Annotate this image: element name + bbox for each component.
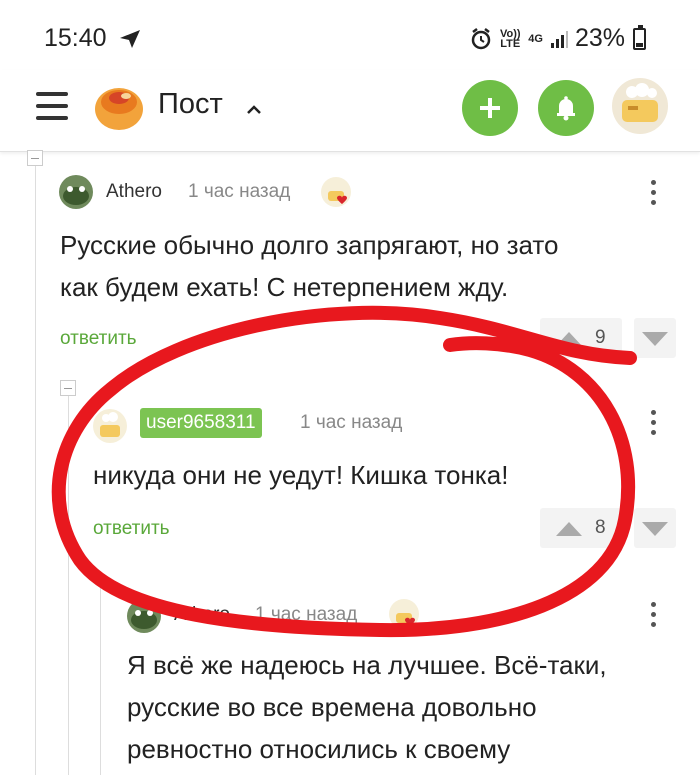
- arrow-down-icon: [642, 332, 668, 346]
- avatar[interactable]: [58, 174, 94, 210]
- downvote-button[interactable]: [634, 318, 676, 358]
- vote-count: 9: [595, 327, 606, 348]
- arrow-down-icon: [642, 522, 668, 536]
- arrow-up-icon: [556, 522, 582, 536]
- award-icon[interactable]: [320, 176, 354, 208]
- comment: user9658311 1 час назад никуда они не уе…: [0, 396, 700, 566]
- user-avatar[interactable]: [612, 78, 668, 134]
- more-options-icon[interactable]: [651, 410, 657, 440]
- vote-count: 8: [595, 517, 606, 538]
- status-bar: 15:40 Vo)) LTE 4G 23%: [0, 0, 700, 78]
- status-time: 15:40: [44, 24, 107, 52]
- notifications-button[interactable]: [538, 80, 594, 136]
- app-header: Пост: [0, 70, 700, 152]
- network-indicator: 4G: [528, 32, 543, 45]
- more-options-icon[interactable]: [651, 180, 657, 210]
- award-icon[interactable]: [388, 598, 422, 630]
- chevron-up-icon[interactable]: [244, 100, 264, 120]
- signal-icon: [550, 30, 568, 48]
- comment-time[interactable]: 1 час назад: [188, 181, 290, 203]
- plus-icon: [480, 98, 500, 118]
- comment-time[interactable]: 1 час назад: [300, 412, 402, 434]
- comment-text: Я всё же надеюсь на лучшее. Всё-таки, ру…: [127, 650, 607, 764]
- pikabu-logo[interactable]: [92, 82, 146, 132]
- bell-icon: [557, 96, 575, 121]
- status-indicators: Vo)) LTE 4G 23%: [470, 24, 646, 53]
- battery-icon: [633, 24, 646, 50]
- comment: Athero 1 час назад Я всё же надеюсь на л…: [0, 586, 700, 775]
- upvote-button[interactable]: 8: [540, 508, 622, 548]
- comment-author[interactable]: user9658311: [140, 408, 262, 438]
- add-post-button[interactable]: [462, 80, 518, 136]
- comment-text: Русские обычно долго запрягают, но зато …: [60, 230, 559, 302]
- page-title[interactable]: Пост: [158, 88, 223, 121]
- reply-link[interactable]: ответить: [93, 518, 170, 540]
- comment: Athero 1 час назад Русские обычно долго …: [0, 160, 700, 370]
- alarm-icon: [472, 27, 491, 49]
- collapse-toggle[interactable]: [60, 380, 76, 396]
- avatar[interactable]: [92, 408, 128, 444]
- upvote-button[interactable]: 9: [540, 318, 622, 358]
- toaster-avatar-icon: [622, 83, 658, 122]
- send-icon: [120, 30, 140, 48]
- comment-author[interactable]: Athero: [106, 181, 162, 203]
- more-options-icon[interactable]: [651, 602, 657, 632]
- avatar[interactable]: [126, 598, 162, 634]
- arrow-up-icon: [556, 332, 582, 346]
- downvote-button[interactable]: [634, 508, 676, 548]
- battery-percent: 23%: [574, 24, 625, 52]
- menu-icon[interactable]: [36, 92, 68, 120]
- reply-link[interactable]: ответить: [60, 328, 137, 350]
- volte-indicator: Vo)) LTE: [499, 27, 521, 50]
- comment-time[interactable]: 1 час назад: [255, 604, 357, 626]
- comment-text: никуда они не уедут! Кишка тонка!: [93, 460, 509, 490]
- comment-author[interactable]: Athero: [174, 604, 230, 626]
